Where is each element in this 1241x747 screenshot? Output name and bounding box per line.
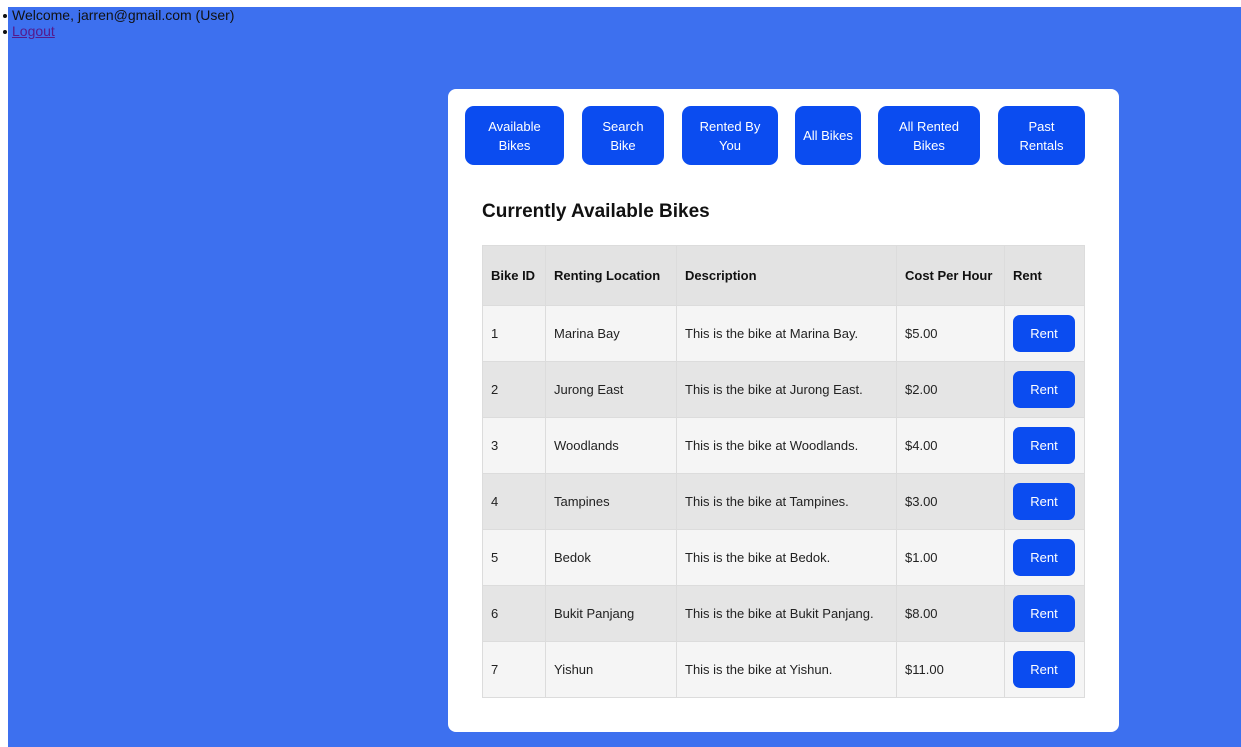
column-header-rent: Rent xyxy=(1004,245,1085,306)
nav-rented-by-you-button[interactable]: Rented By You xyxy=(682,106,778,165)
cost-cell: $3.00 xyxy=(896,473,1005,530)
description-cell: This is the bike at Woodlands. xyxy=(676,417,897,474)
nav-all-bikes-button[interactable]: All Bikes xyxy=(795,106,861,165)
bike-id-cell: 6 xyxy=(482,585,546,642)
cost-cell: $8.00 xyxy=(896,585,1005,642)
location-cell: Yishun xyxy=(545,641,677,698)
bike-id-cell: 7 xyxy=(482,641,546,698)
rent-button[interactable]: Rent xyxy=(1013,483,1075,520)
welcome-item: Welcome, jarren@gmail.com (User) xyxy=(0,7,234,23)
welcome-text: Welcome, jarren@gmail.com (User) xyxy=(12,7,235,23)
table-row: 6 Bukit Panjang This is the bike at Buki… xyxy=(482,585,1085,642)
column-header-cost: Cost Per Hour xyxy=(896,245,1005,306)
logout-link[interactable]: Logout xyxy=(12,23,55,39)
table-row: 2 Jurong East This is the bike at Jurong… xyxy=(482,361,1085,418)
table-row: 7 Yishun This is the bike at Yishun. $11… xyxy=(482,641,1085,698)
nav-all-rented-bikes-button[interactable]: All Rented Bikes xyxy=(878,106,980,165)
location-cell: Bedok xyxy=(545,529,677,586)
location-cell: Jurong East xyxy=(545,361,677,418)
bikes-table: Bike ID Renting Location Description Cos… xyxy=(482,245,1085,698)
cost-cell: $4.00 xyxy=(896,417,1005,474)
nav-search-bike-button[interactable]: Search Bike xyxy=(582,106,664,165)
cost-cell: $1.00 xyxy=(896,529,1005,586)
location-cell: Bukit Panjang xyxy=(545,585,677,642)
description-cell: This is the bike at Bukit Panjang. xyxy=(676,585,897,642)
rent-cell: Rent xyxy=(1004,529,1085,586)
column-header-location: Renting Location xyxy=(545,245,677,306)
table-row: 4 Tampines This is the bike at Tampines.… xyxy=(482,473,1085,530)
rent-cell: Rent xyxy=(1004,305,1085,362)
table-row: 5 Bedok This is the bike at Bedok. $1.00… xyxy=(482,529,1085,586)
rent-button[interactable]: Rent xyxy=(1013,315,1075,352)
bike-id-cell: 2 xyxy=(482,361,546,418)
table-row: 3 Woodlands This is the bike at Woodland… xyxy=(482,417,1085,474)
rent-button[interactable]: Rent xyxy=(1013,539,1075,576)
rent-cell: Rent xyxy=(1004,361,1085,418)
bike-id-cell: 4 xyxy=(482,473,546,530)
table-row: 1 Marina Bay This is the bike at Marina … xyxy=(482,305,1085,362)
bike-id-cell: 3 xyxy=(482,417,546,474)
cost-cell: $2.00 xyxy=(896,361,1005,418)
rent-cell: Rent xyxy=(1004,641,1085,698)
location-cell: Marina Bay xyxy=(545,305,677,362)
column-header-description: Description xyxy=(676,245,897,306)
main-card: Available Bikes Search Bike Rented By Yo… xyxy=(448,89,1119,732)
rent-button[interactable]: Rent xyxy=(1013,651,1075,688)
bike-id-cell: 1 xyxy=(482,305,546,362)
description-cell: This is the bike at Marina Bay. xyxy=(676,305,897,362)
description-cell: This is the bike at Tampines. xyxy=(676,473,897,530)
logout-item: Logout xyxy=(0,23,234,39)
description-cell: This is the bike at Yishun. xyxy=(676,641,897,698)
rent-cell: Rent xyxy=(1004,585,1085,642)
bike-id-cell: 5 xyxy=(482,529,546,586)
user-menu: Welcome, jarren@gmail.com (User) Logout xyxy=(0,7,234,39)
rent-button[interactable]: Rent xyxy=(1013,427,1075,464)
cost-cell: $5.00 xyxy=(896,305,1005,362)
rent-button[interactable]: Rent xyxy=(1013,371,1075,408)
nav-past-rentals-button[interactable]: Past Rentals xyxy=(998,106,1085,165)
nav-available-bikes-button[interactable]: Available Bikes xyxy=(465,106,564,165)
description-cell: This is the bike at Jurong East. xyxy=(676,361,897,418)
rent-button[interactable]: Rent xyxy=(1013,595,1075,632)
column-header-bike-id: Bike ID xyxy=(482,245,546,306)
location-cell: Tampines xyxy=(545,473,677,530)
cost-cell: $11.00 xyxy=(896,641,1005,698)
page-title: Currently Available Bikes xyxy=(482,201,710,222)
rent-cell: Rent xyxy=(1004,473,1085,530)
rent-cell: Rent xyxy=(1004,417,1085,474)
description-cell: This is the bike at Bedok. xyxy=(676,529,897,586)
table-header-row: Bike ID Renting Location Description Cos… xyxy=(482,245,1085,306)
location-cell: Woodlands xyxy=(545,417,677,474)
